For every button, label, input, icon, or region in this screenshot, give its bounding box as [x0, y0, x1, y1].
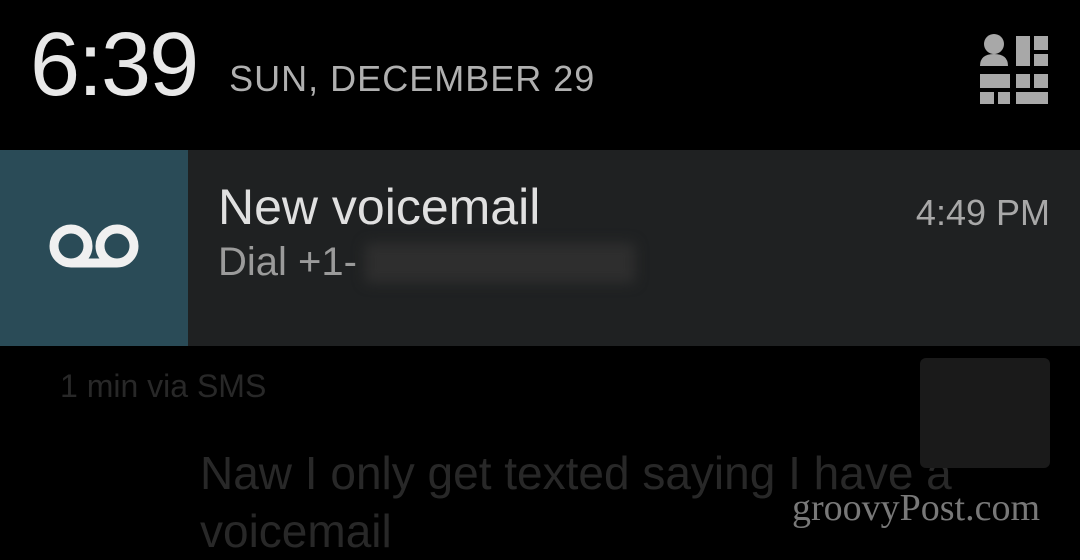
notification-subtitle-row: Dial +1- — [218, 240, 1050, 285]
voicemail-icon — [49, 221, 139, 276]
notification-timestamp: 4:49 PM — [916, 192, 1050, 234]
contact-avatar — [920, 358, 1050, 468]
notification-list: New voicemail Dial +1- 4:49 PM — [0, 150, 1080, 346]
notification-shade-header: 6:39 SUN, DECEMBER 29 — [0, 0, 1080, 130]
redacted-phone-number — [365, 243, 635, 283]
notification-subtitle: Dial +1- — [218, 240, 357, 285]
quick-settings-icon[interactable] — [974, 30, 1050, 106]
clock-date: SUN, DECEMBER 29 — [229, 58, 595, 100]
notification-icon-box — [0, 150, 188, 346]
voicemail-notification[interactable]: New voicemail Dial +1- 4:49 PM — [0, 150, 1080, 346]
watermark-text: groovyPost.com — [792, 486, 1040, 530]
clock-time: 6:39 — [30, 20, 197, 110]
message-meta: 1 min via SMS — [60, 368, 1020, 405]
notification-content: New voicemail Dial +1- 4:49 PM — [188, 150, 1080, 346]
